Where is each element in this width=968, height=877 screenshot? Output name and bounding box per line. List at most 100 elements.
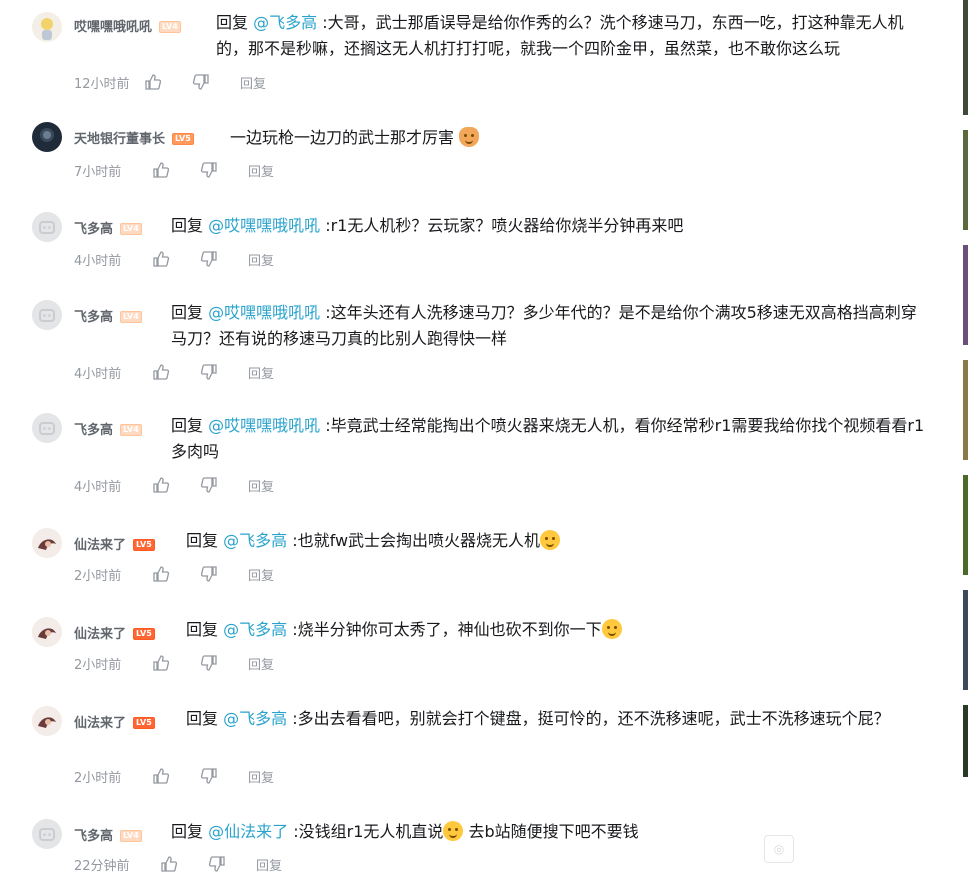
mention-link[interactable]: @飞多高 — [223, 620, 287, 639]
thumbs-down-icon — [200, 364, 217, 380]
thumbs-up-icon — [161, 856, 178, 872]
timestamp: 4小时前 — [74, 366, 122, 382]
mention-link[interactable]: @哎嘿嘿哦吼吼 — [208, 303, 320, 322]
reply-item: 仙法来了 LV5 回复 @飞多高 :多出去看看吧，别就会打个键盘，挺可怜的，还不洗… — [0, 706, 960, 790]
avatar[interactable] — [32, 300, 62, 330]
mention-link[interactable]: @仙法来了 — [208, 822, 288, 841]
timestamp: 2小时前 — [74, 568, 122, 584]
comment-meta: 12小时前 回复 — [74, 72, 266, 92]
avatar[interactable] — [32, 706, 62, 736]
thumbs-down-icon — [192, 74, 209, 90]
comment-text: 回复 @飞多高 :烧半分钟你可太秀了，神仙也砍不到你一下 — [186, 617, 931, 643]
dislike-button[interactable] — [200, 767, 248, 785]
dislike-button[interactable] — [200, 654, 248, 672]
username[interactable]: 飞多高 LV4 — [74, 825, 142, 844]
like-button[interactable] — [144, 73, 192, 91]
like-button[interactable] — [160, 855, 208, 873]
comment-text: 一边玩枪一边刀的武士那才厉害 — [230, 125, 930, 151]
mention-link[interactable]: @飞多高 — [223, 531, 287, 550]
comment-text: 回复 @哎嘿嘿哦吼吼 :r1无人机秒？云玩家？喷火器给你烧半分钟再来吧 — [171, 216, 684, 235]
smirk-emoji-icon — [601, 619, 622, 639]
reply-button[interactable]: 回复 — [248, 476, 274, 495]
comment-text: 回复 @飞多高 :大哥，武士那盾误导是给你作秀的么？洗个移速马刀，东西一吃，打这… — [216, 13, 904, 58]
thumbs-up-icon — [153, 768, 170, 784]
username[interactable]: 仙法来了 LV5 — [74, 712, 155, 731]
comment-meta: 7小时前 回复 — [74, 160, 274, 180]
reply-prefix: 回复 — [171, 303, 204, 322]
reply-button[interactable]: 回复 — [240, 73, 266, 92]
reply-prefix: 回复 — [186, 531, 219, 550]
thumbs-up-icon — [153, 162, 170, 178]
side-thumbnail-strip — [963, 0, 968, 877]
mention-link[interactable]: @哎嘿嘿哦吼吼 — [208, 216, 320, 235]
thumbs-up-icon — [153, 566, 170, 582]
mention-link[interactable]: @哎嘿嘿哦吼吼 — [208, 416, 320, 435]
reply-button[interactable]: 回复 — [248, 363, 274, 382]
timestamp: 2小时前 — [74, 657, 122, 673]
reply-item: 飞多高 LV4 回复 @哎嘿嘿哦吼吼 :r1无人机秒？云玩家？喷火器给你烧半分钟再… — [0, 212, 960, 274]
level-badge: LV4 — [120, 223, 142, 235]
mention-link[interactable]: @飞多高 — [223, 709, 287, 728]
comment-text: 回复 @哎嘿嘿哦吼吼 :毕竟武士经常能掏出个喷火器来烧无人机，看你经常秒r1需要… — [171, 416, 925, 461]
level-badge: LV4 — [120, 424, 142, 436]
watermark-icon: ◎ — [764, 835, 794, 863]
smirk-emoji-icon — [540, 530, 561, 550]
comment-text: 回复 @哎嘿嘿哦吼吼 :这年头还有人洗移速马刀？多少年代的？是不是给你个满攻5移… — [171, 303, 917, 348]
reply-button[interactable]: 回复 — [248, 767, 274, 786]
avatar[interactable] — [32, 122, 62, 152]
avatar[interactable] — [32, 12, 62, 42]
comment-text: 回复 @飞多高 :多出去看看吧，别就会打个键盘，挺可怜的，还不洗移速呢，武士不洗… — [186, 709, 890, 728]
mention-link[interactable]: @飞多高 — [253, 13, 317, 32]
like-button[interactable] — [152, 161, 200, 179]
reply-item: 飞多高 LV4 回复 @仙法来了 :没钱组r1无人机直说 去b站随便搜下吧不要钱 … — [0, 819, 960, 877]
reply-prefix: 回复 — [171, 216, 204, 235]
dislike-button[interactable] — [200, 565, 248, 583]
reply-button[interactable]: 回复 — [248, 250, 274, 269]
dislike-button[interactable] — [200, 250, 248, 268]
avatar[interactable] — [32, 528, 62, 558]
thumbs-up-icon — [153, 364, 170, 380]
like-button[interactable] — [152, 476, 200, 494]
timestamp: 4小时前 — [74, 253, 122, 269]
like-button[interactable] — [152, 250, 200, 268]
comment-meta: 2小时前 回复 — [74, 766, 274, 786]
comment-meta: 4小时前 回复 — [74, 249, 274, 269]
like-button[interactable] — [152, 767, 200, 785]
reply-button[interactable]: 回复 — [248, 654, 274, 673]
thumbs-down-icon — [208, 856, 225, 872]
username[interactable]: 哎嘿嘿哦吼吼 LV4 — [74, 16, 181, 35]
username[interactable]: 飞多高 LV4 — [74, 419, 142, 438]
comment-meta: 4小时前 回复 — [74, 475, 274, 495]
comment-meta: 2小时前 回复 — [74, 564, 274, 584]
thumbs-down-icon — [200, 477, 217, 493]
reply-prefix: 回复 — [186, 620, 219, 639]
comment-meta: 4小时前 回复 — [74, 362, 274, 382]
timestamp: 22分钟前 — [74, 858, 130, 874]
reply-button[interactable]: 回复 — [248, 161, 274, 180]
dislike-button[interactable] — [192, 73, 240, 91]
timestamp: 2小时前 — [74, 770, 122, 786]
dislike-button[interactable] — [200, 363, 248, 381]
comment-meta: 22分钟前 回复 — [74, 854, 282, 874]
reply-button[interactable]: 回复 — [256, 855, 282, 874]
like-button[interactable] — [152, 565, 200, 583]
level-badge: LV5 — [133, 628, 155, 640]
username[interactable]: 飞多高 LV4 — [74, 218, 142, 237]
like-button[interactable] — [152, 363, 200, 381]
thumbs-up-icon — [153, 251, 170, 267]
username[interactable]: 飞多高 LV4 — [74, 306, 142, 325]
level-badge: LV4 — [159, 21, 181, 33]
dislike-button[interactable] — [200, 161, 248, 179]
username[interactable]: 仙法来了 LV5 — [74, 534, 155, 553]
dislike-button[interactable] — [208, 855, 256, 873]
username[interactable]: 天地银行董事长 LV5 — [74, 128, 194, 147]
avatar[interactable] — [32, 617, 62, 647]
avatar[interactable] — [32, 819, 62, 849]
dislike-button[interactable] — [200, 476, 248, 494]
avatar[interactable] — [32, 413, 62, 443]
avatar[interactable] — [32, 212, 62, 242]
reply-button[interactable]: 回复 — [248, 565, 274, 584]
username[interactable]: 仙法来了 LV5 — [74, 623, 155, 642]
like-button[interactable] — [152, 654, 200, 672]
level-badge: LV4 — [120, 830, 142, 842]
